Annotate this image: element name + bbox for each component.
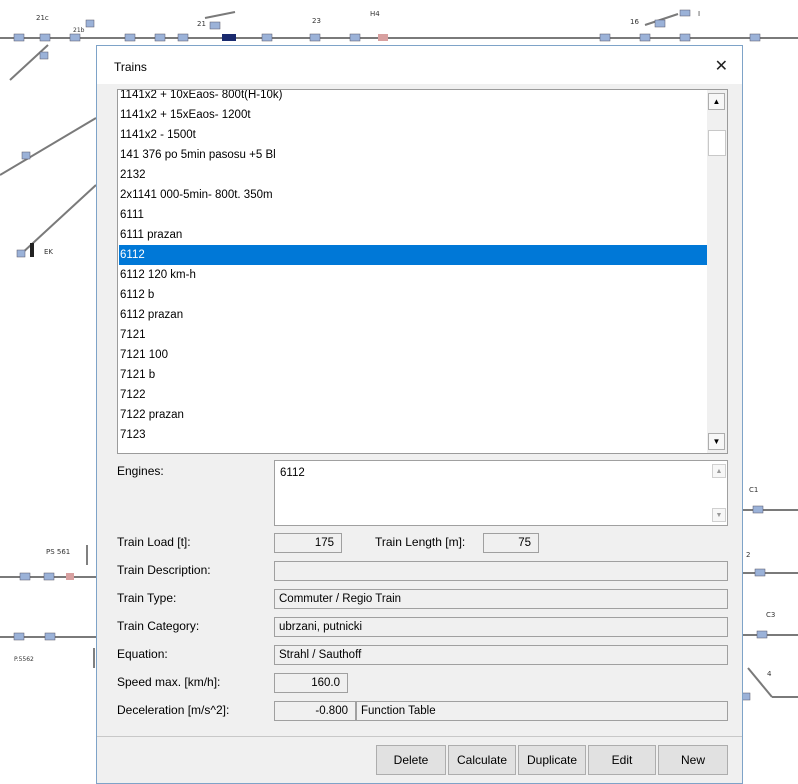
train-list-item[interactable]: 7121 [119,325,707,345]
track-label: 21c [36,14,49,22]
engines-scroll-down-icon[interactable]: ▼ [712,508,726,522]
track-label: 4 [767,670,772,678]
track-label: 2 [746,551,751,559]
train-list-item[interactable]: 1141x2 + 10xEaos- 800t(H-10k) [119,90,707,105]
track-label: 21b [73,27,85,34]
train-list-item[interactable]: 1141x2 + 15xEaos- 1200t [119,105,707,125]
train-list-item[interactable]: 2132 [119,165,707,185]
list-scrollbar[interactable]: ▲ ▼ [707,90,727,453]
engines-field[interactable]: 6112 ▲ ▼ [274,460,728,526]
train-list-item[interactable]: 7122 [119,385,707,405]
train-list-item[interactable]: 7121 100 [119,345,707,365]
track-label: H4 [370,10,380,18]
track-label: PS 561 [46,548,71,556]
train-type-field[interactable]: Commuter / Regio Train [274,589,728,609]
calculate-button[interactable]: Calculate [448,745,516,775]
equation-label: Equation: [117,647,168,661]
scroll-down-arrow-icon[interactable]: ▼ [708,433,725,450]
train-list-item[interactable]: 141 376 po 5min pasosu +5 Bl [119,145,707,165]
train-list[interactable]: 1141x2 + 10xEaos- 800t(H-10k) 1141x2 + 15… [117,89,728,454]
speed-max-label: Speed max. [km/h]: [117,675,221,689]
track-label: 16 [630,18,639,26]
train-length-label: Train Length [m]: [375,535,466,549]
speed-max-field[interactable]: 160.0 [274,673,348,693]
scroll-thumb[interactable] [708,130,726,156]
engines-label: Engines: [117,464,164,478]
train-list-item[interactable]: 7121 b [119,365,707,385]
train-length-field[interactable]: 75 [483,533,539,553]
train-type-label: Train Type: [117,591,177,605]
dialog-title: Trains [114,60,147,74]
trains-dialog: Trains ✕ 1141x2 + 10xEaos- 800t(H-10k) 11… [96,45,743,784]
train-list-item[interactable]: 6111 [119,205,707,225]
scroll-up-arrow-icon[interactable]: ▲ [708,93,725,110]
track-label: P.5562 [14,656,34,663]
train-description-field[interactable] [274,561,728,581]
train-list-items: 1141x2 + 10xEaos- 800t(H-10k) 1141x2 + 15… [119,90,707,445]
deceleration-field[interactable]: -0.800 [274,701,356,721]
track-label: C1 [749,486,759,494]
engines-value: 6112 [280,467,305,479]
duplicate-button[interactable]: Duplicate [518,745,586,775]
deceleration-mode-field[interactable]: Function Table [356,701,728,721]
close-icon[interactable]: ✕ [715,56,728,76]
train-description-label: Train Description: [117,563,211,577]
equation-field[interactable]: Strahl / Sauthoff [274,645,728,665]
train-list-item[interactable]: 6111 prazan [119,225,707,245]
edit-button[interactable]: Edit [588,745,656,775]
train-category-label: Train Category: [117,619,200,633]
train-category-field[interactable]: ubrzani, putnicki [274,617,728,637]
track-label: C3 [766,611,776,619]
engines-scroll-up-icon[interactable]: ▲ [712,464,726,478]
train-load-label: Train Load [t]: [117,535,191,549]
track-label: EK [44,248,54,256]
train-list-item[interactable]: 6112 120 km-h [119,265,707,285]
train-list-item[interactable]: 2x1141 000-5min- 800t. 350m [119,185,707,205]
deceleration-label: Deceleration [m/s^2]: [117,703,230,717]
delete-button[interactable]: Delete [376,745,446,775]
track-label: 21 [197,20,206,28]
train-list-item[interactable]: 6112 prazan [119,305,707,325]
train-load-field[interactable]: 175 [274,533,342,553]
new-button[interactable]: New [658,745,728,775]
train-list-item-selected[interactable]: 6112 [119,245,707,265]
train-list-item[interactable]: 7123 [119,425,707,445]
track-label: 23 [312,17,321,25]
train-list-item[interactable]: 6112 b [119,285,707,305]
button-separator [97,736,742,737]
track-label: I [698,10,701,18]
train-list-item[interactable]: 7122 prazan [119,405,707,425]
title-bar: Trains ✕ [97,46,742,84]
train-list-item[interactable]: 1141x2 - 1500t [119,125,707,145]
